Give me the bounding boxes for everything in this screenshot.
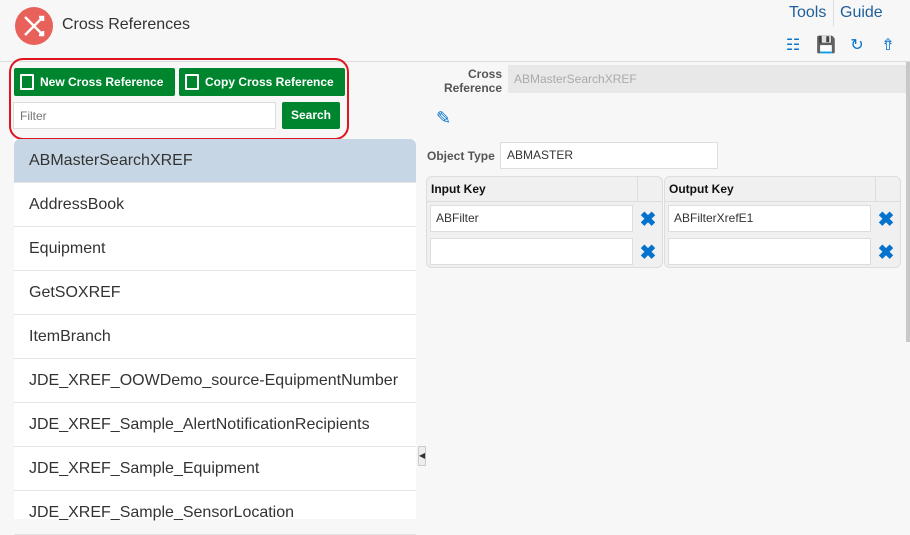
refresh-icon[interactable]: ↻ — [848, 37, 866, 55]
cross-reference-label: Cross Reference — [443, 67, 502, 95]
input-key-header: Input Key — [427, 177, 638, 202]
input-key-field[interactable] — [430, 238, 633, 265]
delete-x-icon[interactable]: ✖ — [876, 240, 896, 265]
list-item[interactable]: ABMasterSearchXREF — [14, 139, 416, 183]
list-item[interactable]: ItemBranch — [14, 315, 416, 359]
output-key-table: Output Key ABFilterXrefE1 ✖ ✖ — [664, 176, 901, 268]
tools-link[interactable]: Tools — [789, 4, 826, 22]
input-key-table: Input Key ABFilter ✖ ✖ — [426, 176, 663, 268]
cross-reference-field: ABMasterSearchXREF — [508, 65, 910, 93]
copy-label: Copy Cross Reference — [205, 75, 334, 89]
output-key-header: Output Key — [665, 177, 876, 202]
delete-x-icon[interactable]: ✖ — [638, 240, 658, 265]
list-item[interactable]: JDE_XREF_OOWDemo_source-EquipmentNumber — [14, 359, 416, 403]
copy-icon — [185, 74, 199, 90]
input-key-field[interactable]: ABFilter — [430, 205, 633, 232]
scrollbar[interactable] — [906, 62, 910, 342]
delete-x-icon[interactable]: ✖ — [876, 207, 896, 232]
list-item[interactable]: JDE_XREF_Sample_AlertNotificationRecipie… — [14, 403, 416, 447]
object-type-field[interactable]: ABMASTER — [500, 142, 718, 169]
column-header — [876, 177, 900, 202]
new-cross-reference-button[interactable]: New Cross Reference — [14, 68, 175, 96]
list-item[interactable]: JDE_XREF_Sample_SensorLocation — [14, 491, 416, 535]
edit-pencil-icon[interactable]: ✎ — [436, 108, 451, 129]
list-item[interactable]: Equipment — [14, 227, 416, 271]
collapse-splitter[interactable]: ◀ — [418, 446, 426, 466]
cross-references-logo — [15, 7, 53, 45]
output-key-field[interactable] — [668, 238, 871, 265]
new-document-icon — [20, 74, 34, 90]
copy-cross-reference-button[interactable]: Copy Cross Reference — [179, 68, 345, 96]
guide-link[interactable]: Guide — [840, 4, 883, 22]
output-key-field[interactable]: ABFilterXrefE1 — [668, 205, 871, 232]
new-label: New Cross Reference — [40, 75, 164, 89]
delete-x-icon[interactable]: ✖ — [638, 207, 658, 232]
object-type-label: Object Type — [427, 149, 495, 163]
export-icon[interactable]: ⇮ — [879, 37, 897, 55]
search-details-icon[interactable]: ☷ — [784, 37, 802, 55]
cross-reference-list: ABMasterSearchXREF AddressBook Equipment… — [14, 139, 416, 535]
search-button[interactable]: Search — [282, 102, 340, 129]
filter-input[interactable] — [13, 102, 276, 129]
divider — [833, 0, 834, 26]
list-item[interactable]: GetSOXREF — [14, 271, 416, 315]
page-title: Cross References — [62, 16, 191, 33]
column-header — [638, 177, 662, 202]
list-item[interactable]: JDE_XREF_Sample_Equipment — [14, 447, 416, 491]
list-item[interactable]: AddressBook — [14, 183, 416, 227]
save-icon[interactable]: 💾 — [816, 37, 836, 55]
